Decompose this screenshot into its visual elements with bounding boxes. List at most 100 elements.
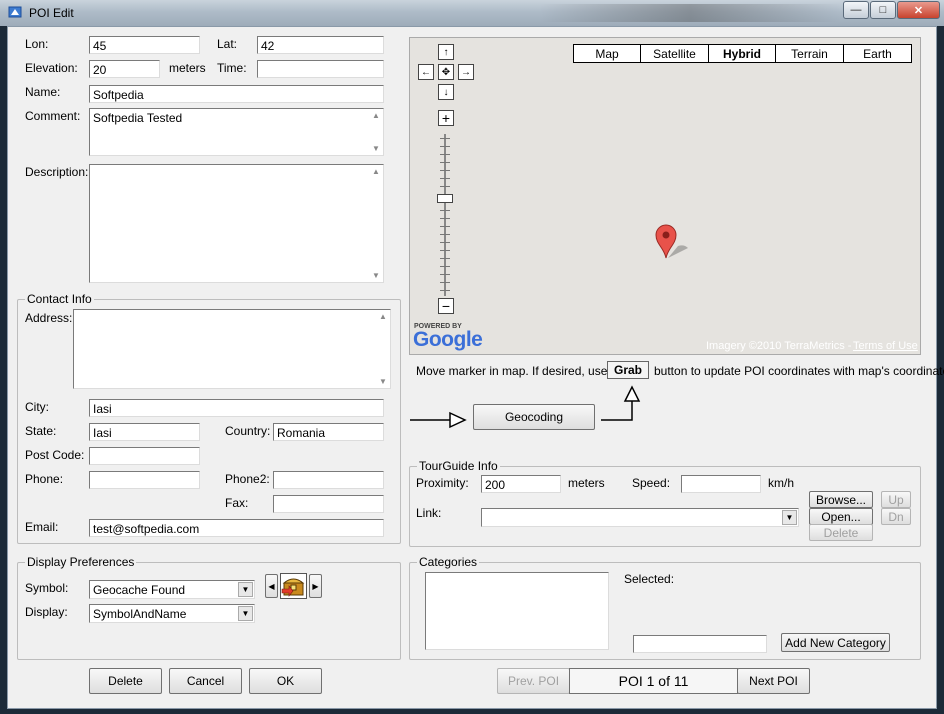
zoom-out-icon[interactable]: −	[438, 298, 454, 314]
grab-button[interactable]: Grab	[607, 361, 649, 379]
symbol-value: Geocache Found	[93, 583, 186, 597]
address-textarea[interactable]: ▲ ▼	[73, 309, 391, 389]
dialog-body: Lon: 45 Lat: 42 Elevation: 20 meters Tim…	[7, 26, 944, 709]
close-button[interactable]: ✕	[897, 1, 940, 19]
pan-down-icon[interactable]: ↓	[438, 84, 454, 100]
prev-poi-button[interactable]: Prev. POI	[497, 668, 570, 694]
app-icon	[8, 6, 22, 18]
geocoding-button[interactable]: Geocoding	[473, 404, 595, 430]
cancel-button[interactable]: Cancel	[169, 668, 242, 694]
ok-button[interactable]: OK	[249, 668, 322, 694]
up-button[interactable]: Up	[881, 491, 911, 508]
symbol-select[interactable]: Geocache Found ▼	[89, 580, 255, 599]
add-new-category-button[interactable]: Add New Category	[781, 633, 890, 652]
next-poi-button[interactable]: Next POI	[737, 668, 810, 694]
name-input[interactable]: Softpedia	[89, 85, 384, 103]
display-preferences-title: Display Preferences	[25, 555, 137, 569]
elevation-unit: meters	[169, 61, 206, 75]
post-code-input[interactable]	[89, 447, 200, 465]
map-type-map[interactable]: Map	[573, 44, 641, 63]
map-marker-icon[interactable]	[654, 224, 694, 260]
lon-label: Lon:	[25, 37, 49, 51]
pan-left-icon[interactable]: ←	[418, 64, 434, 80]
comment-label: Comment:	[25, 109, 81, 123]
speed-label: Speed:	[632, 476, 671, 490]
pan-center-icon[interactable]: ✥	[438, 64, 454, 80]
lon-input[interactable]: 45	[89, 36, 200, 54]
categories-list[interactable]	[425, 572, 609, 650]
window-title: POI Edit	[29, 6, 74, 20]
pan-up-icon[interactable]: ↑	[438, 44, 454, 60]
elevation-label: Elevation:	[25, 61, 78, 75]
google-logo: Google	[413, 328, 483, 351]
map-type-terrain[interactable]: Terrain	[775, 44, 844, 63]
comment-textarea[interactable]: Softpedia Tested ▲ ▼	[89, 108, 384, 156]
poi-counter: POI 1 of 11	[569, 668, 738, 694]
comment-scrollbar[interactable]: ▲ ▼	[369, 109, 383, 155]
link-select[interactable]: ▼	[481, 508, 799, 527]
map-instruction-post: button to update POI coordinates with ma…	[654, 364, 944, 378]
description-textarea[interactable]: ▲ ▼	[89, 164, 384, 283]
link-label: Link:	[416, 506, 442, 520]
new-category-input[interactable]	[633, 635, 767, 653]
map-type-bar: Map Satellite Hybrid Terrain Earth	[573, 44, 912, 63]
address-scrollbar[interactable]: ▲ ▼	[376, 310, 390, 388]
title-bar: POI Edit — □ ✕	[0, 0, 944, 26]
selected-label: Selected:	[624, 572, 675, 586]
time-label: Time:	[217, 61, 247, 75]
phone-label: Phone:	[25, 472, 64, 486]
pan-right-icon[interactable]: →	[458, 64, 474, 80]
zoom-in-icon[interactable]: +	[438, 110, 454, 126]
time-input[interactable]	[257, 60, 384, 78]
symbol-prev-button[interactable]: ◀	[265, 574, 278, 598]
map-type-hybrid[interactable]: Hybrid	[708, 44, 776, 63]
lat-label: Lat:	[217, 37, 238, 51]
symbol-next-button[interactable]: ▶	[309, 574, 322, 598]
browse-button[interactable]: Browse...	[809, 491, 873, 508]
country-label: Country:	[225, 424, 271, 438]
open-button[interactable]: Open...	[809, 508, 873, 525]
delete-poi-button[interactable]: Delete	[89, 668, 162, 694]
city-label: City:	[25, 400, 49, 414]
map-instruction-pre: Move marker in map. If desired, use the	[416, 364, 628, 378]
display-select[interactable]: SymbolAndName ▼	[89, 604, 255, 623]
terms-of-use-link[interactable]: Terms of Use	[853, 340, 918, 352]
minimize-button[interactable]: —	[843, 1, 869, 19]
display-label: Display:	[25, 605, 68, 619]
zoom-slider-knob[interactable]	[437, 194, 453, 203]
treasure-chest-icon	[281, 578, 305, 597]
city-input[interactable]: Iasi	[89, 399, 384, 417]
country-input[interactable]: Romania	[273, 423, 384, 441]
proximity-label: Proximity:	[416, 476, 469, 490]
email-input[interactable]: test@softpedia.com	[89, 519, 384, 537]
comment-text: Softpedia Tested	[93, 111, 183, 125]
state-input[interactable]: Iasi	[89, 423, 200, 441]
tourguide-title: TourGuide Info	[417, 459, 500, 473]
map-type-satellite[interactable]: Satellite	[640, 44, 709, 63]
lat-input[interactable]: 42	[257, 36, 384, 54]
speed-input[interactable]	[681, 475, 761, 493]
post-code-label: Post Code:	[25, 448, 85, 462]
categories-title: Categories	[417, 555, 480, 569]
display-value: SymbolAndName	[93, 607, 187, 621]
map-view[interactable]: Map Satellite Hybrid Terrain Earth ↑ ← ✥…	[409, 37, 921, 355]
state-label: State:	[25, 424, 57, 438]
description-scrollbar[interactable]: ▲ ▼	[369, 165, 383, 282]
chevron-down-icon[interactable]: ▼	[238, 606, 253, 621]
phone2-input[interactable]	[273, 471, 384, 489]
zoom-slider[interactable]	[437, 134, 453, 296]
down-button[interactable]: Dn	[881, 508, 911, 525]
name-label: Name:	[25, 85, 61, 99]
link-delete-button[interactable]: Delete	[809, 524, 873, 541]
maximize-button[interactable]: □	[870, 1, 896, 19]
elevation-input[interactable]: 20	[89, 60, 160, 78]
email-label: Email:	[25, 520, 59, 534]
map-type-earth[interactable]: Earth	[843, 44, 912, 63]
contact-info-title: Contact Info	[25, 292, 94, 306]
chevron-down-icon[interactable]: ▼	[238, 582, 253, 597]
phone-input[interactable]	[89, 471, 200, 489]
proximity-input[interactable]: 200	[481, 475, 561, 493]
phone2-label: Phone2:	[225, 472, 270, 486]
fax-input[interactable]	[273, 495, 384, 513]
chevron-down-icon[interactable]: ▼	[782, 510, 797, 525]
